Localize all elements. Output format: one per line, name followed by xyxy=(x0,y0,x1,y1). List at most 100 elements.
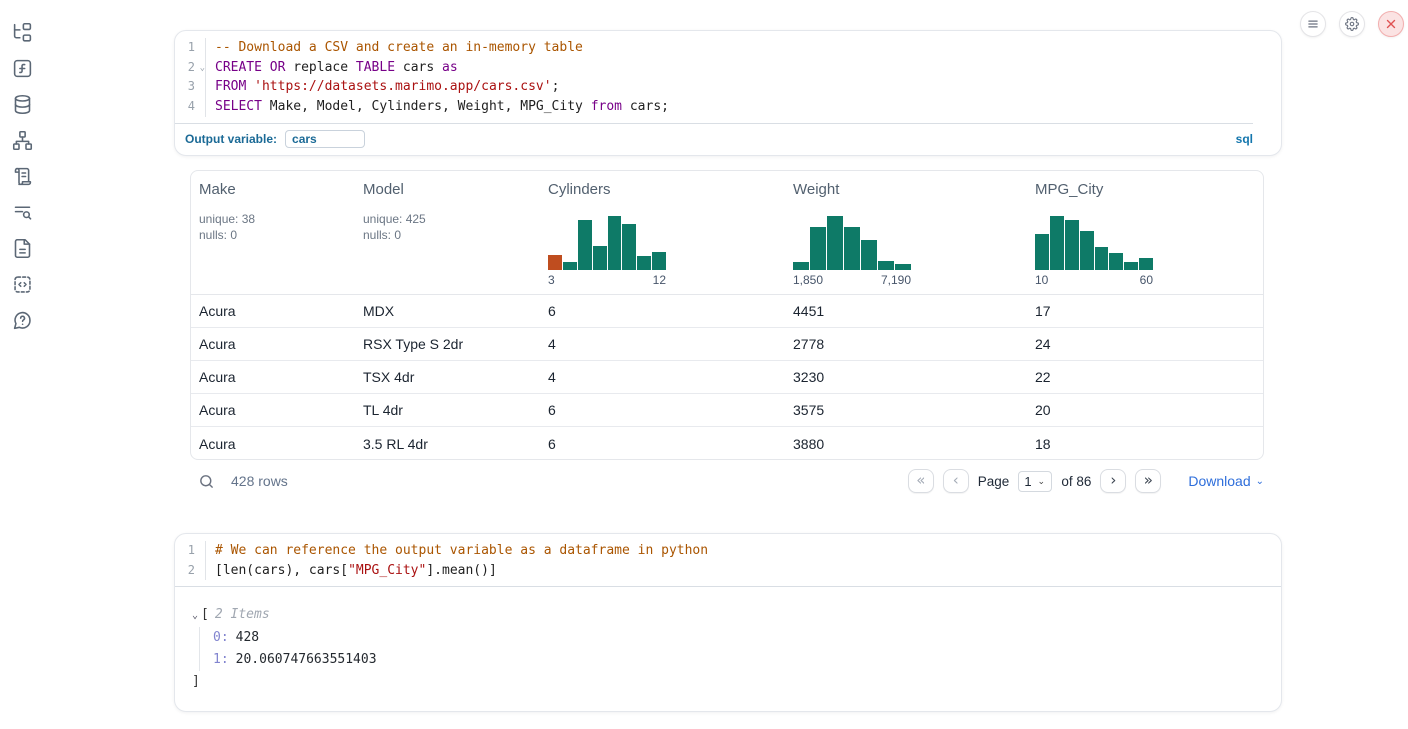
column-header-weight[interactable]: Weight1,8507,190 xyxy=(785,171,1027,294)
histogram-bar xyxy=(1124,262,1138,270)
column-header-cylinders[interactable]: Cylinders312 xyxy=(540,171,785,294)
python-code-editor[interactable]: 1# We can reference the output variable … xyxy=(175,534,1281,586)
code-text: [len(cars), cars["MPG_City"].mean()] xyxy=(206,561,497,581)
table-cell: MDX xyxy=(355,303,540,319)
histogram-bar xyxy=(827,216,843,270)
histogram-bar xyxy=(810,227,826,270)
network-icon[interactable] xyxy=(11,129,33,151)
output-variable-input[interactable] xyxy=(285,130,365,148)
histogram-bars xyxy=(793,216,911,270)
histogram-bar xyxy=(793,262,809,270)
axis-max-label: 12 xyxy=(653,273,666,287)
code-text: CREATE OR replace TABLE cars as xyxy=(206,58,458,78)
table-cell: 6 xyxy=(540,436,785,452)
code-text: # We can reference the output variable a… xyxy=(206,541,708,561)
table-cell: 2778 xyxy=(785,336,1027,352)
sql-code-editor[interactable]: 1-- Download a CSV and create an in-memo… xyxy=(175,31,1281,123)
histogram-bar xyxy=(608,216,622,270)
code-line: 4SELECT Make, Model, Cylinders, Weight, … xyxy=(175,97,1281,117)
table-cell: 4451 xyxy=(785,303,1027,319)
document-icon[interactable] xyxy=(11,237,33,259)
histogram-axis-labels: 312 xyxy=(548,273,666,287)
column-histogram: 312 xyxy=(548,216,666,287)
histogram-bar xyxy=(1050,216,1064,270)
table-cell: 3.5 RL 4dr xyxy=(355,436,540,452)
data-table: Makeunique: 38nulls: 0 Model unique: 425nu… xyxy=(190,170,1264,460)
prev-page-button[interactable]: ‹ xyxy=(943,469,969,493)
file-tree-icon[interactable] xyxy=(11,21,33,43)
fold-chevron-icon[interactable]: ⌄ xyxy=(200,59,205,79)
download-label: Download xyxy=(1188,473,1250,489)
table-row[interactable]: AcuraMDX6445117 xyxy=(191,295,1263,328)
table-cell: Acura xyxy=(191,369,355,385)
code-snippets-icon[interactable] xyxy=(11,273,33,295)
line-number: 1 xyxy=(175,541,206,561)
download-button[interactable]: Download ⌄ xyxy=(1188,473,1264,489)
histogram-bar xyxy=(1065,220,1079,270)
histogram-bar xyxy=(1109,253,1123,270)
column-header-model[interactable]: Model unique: 425nulls: 0 xyxy=(355,171,540,294)
scroll-icon[interactable] xyxy=(11,165,33,187)
histogram-bar xyxy=(637,256,651,270)
close-icon[interactable] xyxy=(1378,11,1404,37)
column-title: Model xyxy=(363,181,532,198)
search-icon[interactable] xyxy=(198,473,215,490)
table-body: AcuraMDX6445117AcuraRSX Type S 2dr427782… xyxy=(191,295,1263,460)
axis-max-label: 60 xyxy=(1140,273,1153,287)
page-select-value: 1 xyxy=(1024,474,1031,489)
window-controls xyxy=(1300,11,1404,37)
menu-icon[interactable] xyxy=(1300,11,1326,37)
function-square-icon[interactable] xyxy=(11,57,33,79)
tree-entry: 1: 20.060747663551403 xyxy=(213,649,1281,671)
line-number: 2 xyxy=(175,561,206,581)
code-line: 2⌄CREATE OR replace TABLE cars as xyxy=(175,58,1281,78)
code-line: 3FROM 'https://datasets.marimo.app/cars.… xyxy=(175,77,1281,97)
tree-items-count: 2 Items xyxy=(215,604,270,626)
row-count: 428 rows xyxy=(231,473,288,489)
line-number: 1 xyxy=(175,38,206,58)
last-page-button[interactable]: » xyxy=(1135,469,1161,493)
column-stats: unique: 425nulls: 0 xyxy=(363,211,532,243)
histogram-bar xyxy=(1080,231,1094,270)
next-page-button[interactable]: › xyxy=(1100,469,1126,493)
table-row[interactable]: Acura3.5 RL 4dr6388018 xyxy=(191,427,1263,460)
table-cell: Acura xyxy=(191,402,355,418)
code-line: 1# We can reference the output variable … xyxy=(175,541,1281,561)
table-cell: 18 xyxy=(1027,436,1263,452)
histogram-bar xyxy=(548,255,562,270)
table-cell: 6 xyxy=(540,303,785,319)
help-icon[interactable] xyxy=(11,309,33,331)
line-number: 4 xyxy=(175,97,206,117)
histogram-bar xyxy=(1095,247,1109,270)
histogram-bar xyxy=(1035,234,1049,270)
axis-max-label: 7,190 xyxy=(881,273,911,287)
python-cell: 1# We can reference the output variable … xyxy=(174,533,1282,712)
histogram-bar xyxy=(563,262,577,270)
axis-min-label: 10 xyxy=(1035,273,1048,287)
table-cell: RSX Type S 2dr xyxy=(355,336,540,352)
table-cell: 17 xyxy=(1027,303,1263,319)
table-row[interactable]: AcuraRSX Type S 2dr4277824 xyxy=(191,328,1263,361)
table-cell: Acura xyxy=(191,336,355,352)
settings-gear-icon[interactable] xyxy=(1339,11,1365,37)
list-search-icon[interactable] xyxy=(11,201,33,223)
page-select[interactable]: 1 ⌄ xyxy=(1018,471,1052,492)
table-cell: 6 xyxy=(540,402,785,418)
column-header-mpg_city[interactable]: MPG_City1060 xyxy=(1027,171,1263,294)
tree-body: 0:428 1: 20.060747663551403 xyxy=(199,627,1281,671)
code-text: FROM 'https://datasets.marimo.app/cars.c… xyxy=(206,77,559,97)
tree-entry: 0:428 xyxy=(213,627,1281,649)
column-header-make[interactable]: Makeunique: 38nulls: 0 xyxy=(191,171,355,294)
tree-entry-key: 1: xyxy=(213,652,229,667)
axis-min-label: 1,850 xyxy=(793,273,823,287)
first-page-button[interactable]: « xyxy=(908,469,934,493)
collapse-chevron-icon[interactable]: ⌄ xyxy=(192,605,198,627)
database-icon[interactable] xyxy=(11,93,33,115)
code-line: 2[len(cars), cars["MPG_City"].mean()] xyxy=(175,561,1281,581)
histogram-bar xyxy=(593,246,607,270)
line-number: 2⌄ xyxy=(175,58,206,78)
table-row[interactable]: AcuraTSX 4dr4323022 xyxy=(191,361,1263,394)
table-row[interactable]: AcuraTL 4dr6357520 xyxy=(191,394,1263,427)
tree-entry-value: 20.060747663551403 xyxy=(236,652,377,667)
sql-cell: 1-- Download a CSV and create an in-memo… xyxy=(174,30,1282,156)
